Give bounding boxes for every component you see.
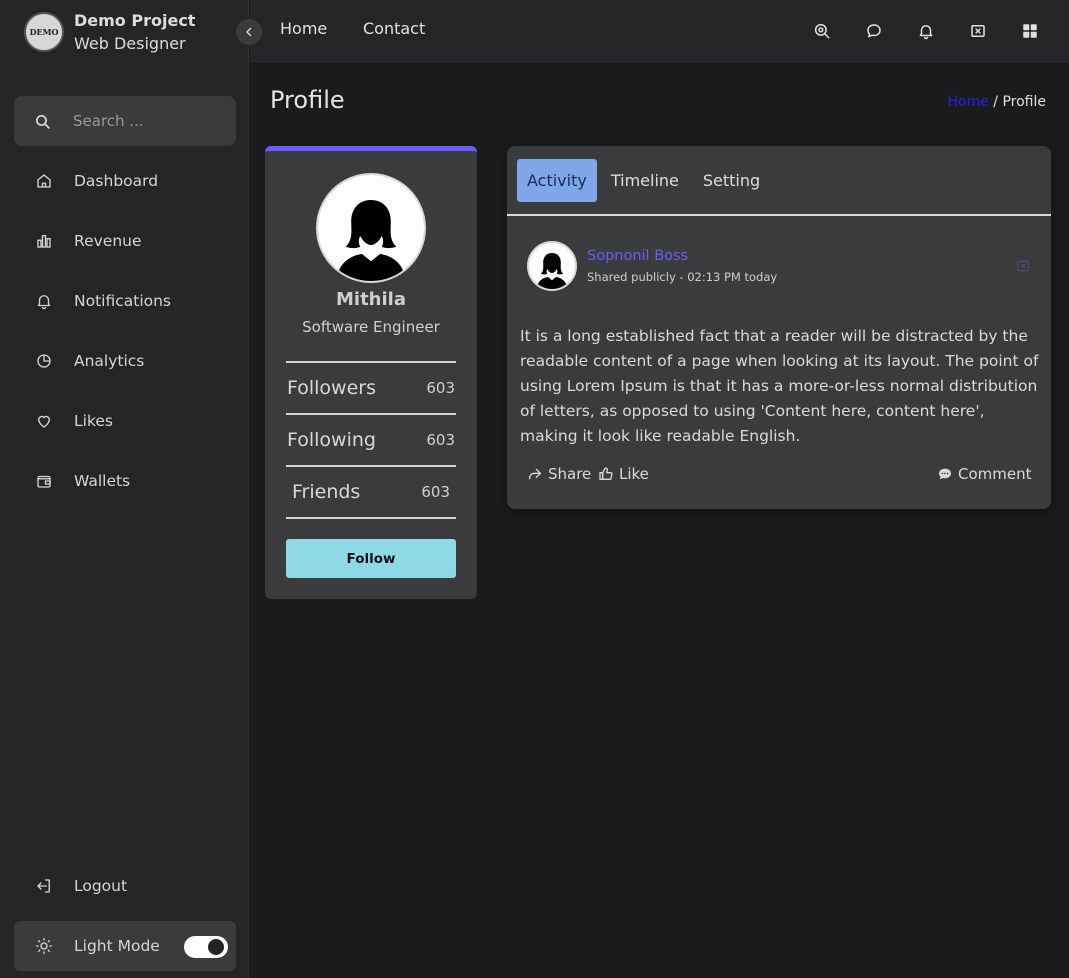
breadcrumb-home-link[interactable]: Home <box>948 94 989 110</box>
profile-stats: Followers 603 Following 603 Friends 603 <box>286 361 456 519</box>
tab-activity[interactable]: Activity <box>517 158 597 202</box>
breadcrumb-separator: / <box>988 94 1003 110</box>
follow-button[interactable]: Follow <box>286 539 456 578</box>
post-author-avatar <box>527 241 577 291</box>
tab-timeline[interactable]: Timeline <box>601 159 689 202</box>
activity-tabs: Activity Timeline Setting <box>507 146 1051 216</box>
brand-logo: DEMO <box>24 12 64 52</box>
share-label: Share <box>548 465 592 483</box>
breadcrumb-current: Profile <box>1002 94 1046 110</box>
wallet-icon <box>34 471 54 491</box>
brand-role: Web Designer <box>74 34 186 53</box>
stat-label: Followers <box>287 377 376 399</box>
page-title: Profile <box>270 86 345 114</box>
sidebar-item-label: Notifications <box>74 292 172 310</box>
sidebar-item-label: Dashboard <box>74 172 159 190</box>
top-navbar: Home Contact <box>236 0 1069 62</box>
thumbs-up-icon <box>599 467 613 480</box>
logout-icon <box>34 876 54 896</box>
profile-name: Mithila <box>336 289 406 310</box>
activity-card: Activity Timeline Setting Sopnonil Boss … <box>507 146 1051 509</box>
bell-icon <box>34 291 54 311</box>
sun-icon <box>34 936 54 956</box>
heart-icon <box>34 411 54 431</box>
nav-link-home[interactable]: Home <box>280 19 327 38</box>
sidebar-item-notifications[interactable]: Notifications <box>14 271 236 331</box>
logout-label: Logout <box>74 877 128 895</box>
user-avatar-icon <box>536 253 568 289</box>
comment-button[interactable]: Comment <box>937 465 1032 483</box>
post-author-link[interactable]: Sopnonil Boss <box>587 248 688 264</box>
tab-setting[interactable]: Setting <box>693 159 770 202</box>
avatar <box>316 173 426 283</box>
post-text: It is a long established fact that a rea… <box>520 327 1039 445</box>
nav-link-contact[interactable]: Contact <box>363 19 425 38</box>
sidebar-item-dashboard[interactable]: Dashboard <box>14 151 236 211</box>
share-button[interactable]: Share <box>527 465 591 483</box>
logout-button[interactable]: Logout <box>14 856 236 916</box>
light-mode-toggle[interactable] <box>184 936 228 958</box>
stat-label: Friends <box>292 481 361 503</box>
breadcrumb: Home / Profile <box>948 94 1047 110</box>
sidebar-collapse-button[interactable] <box>236 19 262 45</box>
sidebar-item-analytics[interactable]: Analytics <box>14 331 236 391</box>
stat-row-followers: Followers 603 <box>286 363 456 415</box>
sidebar-item-likes[interactable]: Likes <box>14 391 236 451</box>
search-icon[interactable] <box>811 20 833 42</box>
home-icon <box>34 171 54 191</box>
search-box[interactable] <box>14 96 236 146</box>
chat-icon[interactable] <box>863 20 885 42</box>
profile-card: Mithila Software Engineer Followers 603 … <box>265 146 477 599</box>
bar-chart-icon <box>34 231 54 251</box>
stat-value: 603 <box>426 431 455 449</box>
comment-label: Comment <box>958 465 1032 483</box>
sidebar-nav: Dashboard Revenue Notifications Analytic… <box>14 151 236 511</box>
close-box-icon[interactable] <box>967 20 989 42</box>
sidebar-item-label: Analytics <box>74 352 145 370</box>
chevron-left-icon <box>246 27 252 37</box>
user-avatar-icon <box>336 200 406 281</box>
light-mode-row: Light Mode <box>14 921 236 971</box>
like-label: Like <box>619 465 649 483</box>
sidebar: DEMO Demo Project Web Designer Dashboard… <box>0 0 249 978</box>
stat-value: 603 <box>421 483 450 501</box>
sidebar-item-label: Wallets <box>74 472 131 490</box>
share-icon <box>529 468 541 480</box>
post-meta: Shared publicly - 02:13 PM today <box>587 270 778 284</box>
sidebar-item-label: Revenue <box>74 232 142 250</box>
stat-row-friends: Friends 603 <box>286 467 456 519</box>
grid-icon[interactable] <box>1019 20 1041 42</box>
brand-name: Demo Project <box>74 11 196 30</box>
profile-role: Software Engineer <box>302 318 440 336</box>
brand[interactable]: DEMO Demo Project Web Designer <box>24 10 195 54</box>
like-button[interactable]: Like <box>598 465 649 483</box>
close-icon[interactable] <box>1016 259 1030 273</box>
search-input[interactable] <box>73 112 213 130</box>
pie-chart-icon <box>34 351 54 371</box>
sidebar-item-wallets[interactable]: Wallets <box>14 451 236 511</box>
sidebar-item-label: Likes <box>74 412 113 430</box>
stat-row-following: Following 603 <box>286 415 456 467</box>
search-icon <box>35 114 50 129</box>
bell-icon[interactable] <box>915 20 937 42</box>
stat-value: 603 <box>426 379 455 397</box>
brand-text: Demo Project Web Designer <box>74 9 195 55</box>
comment-icon <box>939 468 951 480</box>
sidebar-item-revenue[interactable]: Revenue <box>14 211 236 271</box>
light-mode-label: Light Mode <box>74 937 160 955</box>
stat-label: Following <box>287 429 376 451</box>
